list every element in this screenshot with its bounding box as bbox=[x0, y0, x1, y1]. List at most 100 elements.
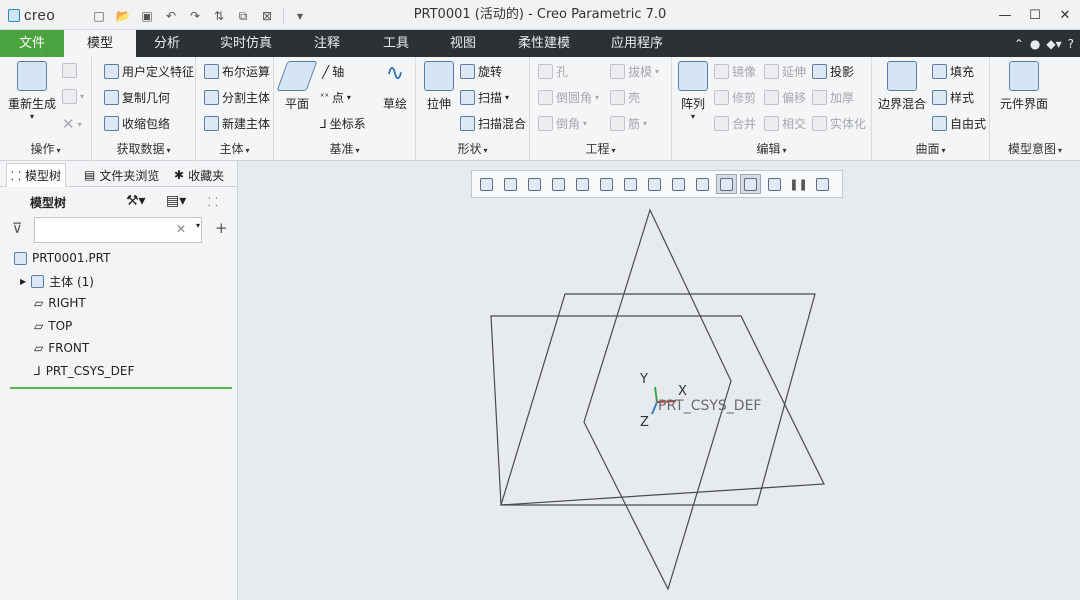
windows-icon[interactable]: ⧉ bbox=[232, 6, 254, 26]
group-label-engineering[interactable]: 工程 ▾ bbox=[530, 140, 671, 157]
graphics-window[interactable]: Y X Z PRT_CSYS_DEF ❚❚ bbox=[239, 161, 1080, 600]
tree-item-top[interactable]: ▱ TOP bbox=[34, 315, 72, 337]
tab-folder-browser[interactable]: ▤ 文件夹浏览 bbox=[80, 163, 163, 187]
tab-view[interactable]: 视图 bbox=[432, 30, 494, 57]
perspective-icon[interactable] bbox=[668, 174, 689, 194]
shrinkwrap-button[interactable]: 收缩包络 bbox=[104, 115, 170, 132]
rib-button[interactable]: 筋 ▾ bbox=[610, 115, 647, 132]
spin-center-icon[interactable] bbox=[764, 174, 785, 194]
customize-icon[interactable]: ▾ bbox=[289, 6, 311, 26]
project-button[interactable]: 投影 bbox=[812, 63, 854, 80]
save-icon[interactable]: ▣ bbox=[136, 6, 158, 26]
csys-button[interactable]: ⅃ 坐标系 bbox=[320, 115, 366, 132]
mirror-button[interactable]: 镜像 bbox=[714, 63, 756, 80]
tab-applications[interactable]: 应用程序 bbox=[598, 30, 676, 57]
pattern-button[interactable]: 阵列 ▾ bbox=[678, 61, 708, 121]
user-icon[interactable]: ● bbox=[1030, 37, 1040, 51]
repaint-icon[interactable] bbox=[548, 174, 569, 194]
component-interface-button[interactable]: 元件界面 bbox=[1000, 61, 1048, 112]
copy-geometry-button[interactable]: 复制几何 bbox=[104, 89, 170, 106]
split-body-button[interactable]: 分割主体 bbox=[204, 89, 270, 106]
point-button[interactable]: ˣˣ 点 ▾ bbox=[320, 89, 351, 106]
help-icon[interactable]: ? bbox=[1068, 37, 1074, 51]
pause-icon[interactable]: ❚❚ bbox=[788, 174, 809, 194]
group-label-operations[interactable]: 操作 ▾ bbox=[0, 140, 91, 157]
tab-analysis[interactable]: 分析 bbox=[136, 30, 198, 57]
tab-annotate[interactable]: 注释 bbox=[296, 30, 358, 57]
open-icon[interactable]: 📂 bbox=[112, 6, 134, 26]
zoom-in-icon[interactable] bbox=[500, 174, 521, 194]
solidify-button[interactable]: 实体化 bbox=[812, 115, 866, 132]
group-label-shapes[interactable]: 形状 ▾ bbox=[416, 140, 529, 157]
trim-button[interactable]: 修剪 bbox=[714, 89, 756, 106]
minimize-button[interactable]: — bbox=[990, 0, 1020, 30]
merge-button[interactable]: 合并 bbox=[714, 115, 756, 132]
group-label-datum[interactable]: 基准 ▾ bbox=[274, 140, 415, 157]
datum-display-icon[interactable] bbox=[716, 174, 737, 194]
shell-button[interactable]: 壳 bbox=[610, 89, 640, 106]
tree-item-part[interactable]: PRT0001.PRT bbox=[14, 247, 110, 269]
style-button[interactable]: 样式 bbox=[932, 89, 974, 106]
boundary-blend-button[interactable]: 边界混合 bbox=[878, 61, 926, 112]
axis-button[interactable]: ╱ 轴 bbox=[322, 63, 344, 80]
tree-item-body[interactable]: ▶ 主体 (1) bbox=[20, 270, 94, 292]
revolve-button[interactable]: 旋转 bbox=[460, 63, 502, 80]
tab-model[interactable]: 模型 bbox=[64, 30, 136, 57]
view-manager-icon[interactable] bbox=[620, 174, 641, 194]
group-label-model-intent[interactable]: 模型意图 ▾ bbox=[990, 140, 1080, 157]
swept-blend-button[interactable]: 扫描混合 bbox=[460, 115, 526, 132]
fill-button[interactable]: 填充 bbox=[932, 63, 974, 80]
tab-favorites[interactable]: ✱ 收藏夹 bbox=[170, 163, 228, 187]
paste-button[interactable]: ▾ bbox=[62, 89, 84, 104]
tab-live-simulation[interactable]: 实时仿真 bbox=[206, 30, 286, 57]
undo-icon[interactable]: ↶ bbox=[160, 6, 182, 26]
redo-icon[interactable]: ↷ bbox=[184, 6, 206, 26]
chamfer-button[interactable]: 倒角 ▾ bbox=[538, 115, 587, 132]
annotation-display-icon[interactable] bbox=[740, 174, 761, 194]
tab-model-tree[interactable]: ⸬ 模型树 bbox=[6, 163, 66, 187]
tree-item-right[interactable]: ▱ RIGHT bbox=[34, 292, 86, 314]
tree-item-csys[interactable]: ⅃ PRT_CSYS_DEF bbox=[34, 360, 134, 382]
thicken-button[interactable]: 加厚 bbox=[812, 89, 854, 106]
sketch-button[interactable]: ∿ 草绘 bbox=[380, 61, 410, 112]
close-window-icon[interactable]: ⊠ bbox=[256, 6, 278, 26]
freestyle-button[interactable]: 自由式 bbox=[932, 115, 986, 132]
funnel-icon[interactable]: ⊽ bbox=[12, 221, 22, 237]
regenerate-icon[interactable]: ⇅ bbox=[208, 6, 230, 26]
sweep-button[interactable]: 扫描 ▾ bbox=[460, 89, 509, 106]
insert-marker[interactable] bbox=[10, 387, 232, 389]
learning-icon[interactable]: ◆▾ bbox=[1046, 37, 1061, 51]
tree-filter-icon[interactable]: ⸬ bbox=[208, 193, 218, 210]
regenerate-button[interactable]: 重新生成 ▾ bbox=[8, 61, 56, 121]
group-label-editing[interactable]: 编辑 ▾ bbox=[672, 140, 871, 157]
settings-icon[interactable]: ⚒▾ bbox=[126, 193, 146, 209]
display-style-icon[interactable] bbox=[644, 174, 665, 194]
zoom-out-icon[interactable] bbox=[524, 174, 545, 194]
draft-button[interactable]: 拔模 ▾ bbox=[610, 63, 659, 80]
search-dropdown-icon[interactable]: ▾ bbox=[196, 221, 200, 230]
clear-search-icon[interactable]: ✕ bbox=[176, 222, 186, 236]
user-defined-feature-button[interactable]: 用户定义特征 bbox=[104, 63, 194, 80]
appearance-icon[interactable] bbox=[812, 174, 833, 194]
intersect-button[interactable]: 相交 bbox=[764, 115, 806, 132]
reorient-icon[interactable] bbox=[572, 174, 593, 194]
tab-file[interactable]: 文件 bbox=[0, 30, 64, 57]
group-label-body[interactable]: 主体 ▾ bbox=[196, 140, 273, 157]
add-icon[interactable]: + bbox=[215, 219, 228, 237]
tab-flexible-modeling[interactable]: 柔性建模 bbox=[504, 30, 584, 57]
new-body-button[interactable]: 新建主体 bbox=[204, 115, 270, 132]
round-button[interactable]: 倒圆角 ▾ bbox=[538, 89, 599, 106]
offset-button[interactable]: 偏移 bbox=[764, 89, 806, 106]
boolean-button[interactable]: 布尔运算 bbox=[204, 63, 270, 80]
extrude-button[interactable]: 拉伸 bbox=[424, 61, 454, 112]
expand-icon[interactable]: ▶ bbox=[20, 277, 26, 286]
close-button[interactable]: ✕ bbox=[1050, 0, 1080, 30]
copy-button[interactable] bbox=[62, 63, 77, 78]
hole-button[interactable]: 孔 bbox=[538, 63, 568, 80]
extend-button[interactable]: 延伸 bbox=[764, 63, 806, 80]
saved-orientations-icon[interactable] bbox=[596, 174, 617, 194]
refit-icon[interactable] bbox=[476, 174, 497, 194]
section-icon[interactable] bbox=[692, 174, 713, 194]
collapse-ribbon-icon[interactable]: ⌃ bbox=[1014, 37, 1024, 51]
group-label-get-data[interactable]: 获取数据 ▾ bbox=[92, 140, 195, 157]
